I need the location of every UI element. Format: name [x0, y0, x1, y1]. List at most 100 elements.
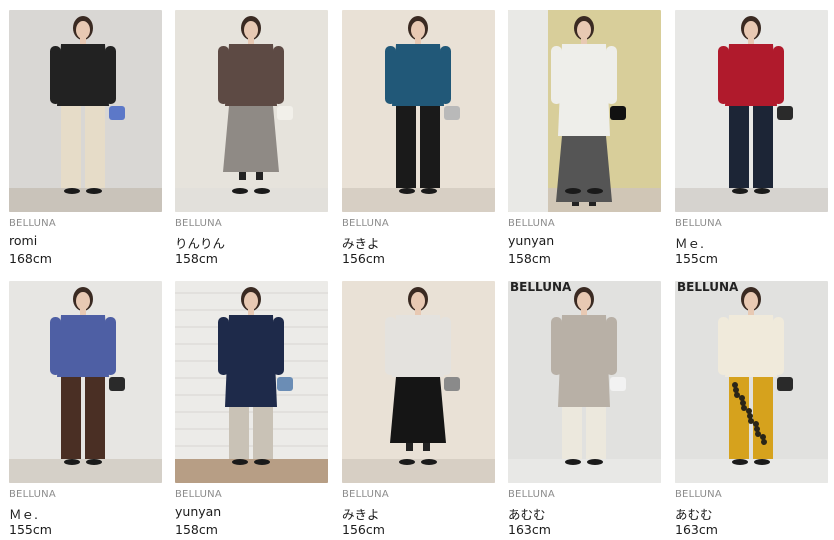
- outfit-photo[interactable]: BELLUNA: [508, 281, 661, 483]
- outfit-photo[interactable]: [175, 10, 328, 212]
- figure-leg: [729, 377, 749, 459]
- figure-top: [725, 44, 777, 106]
- figure-leg: [729, 106, 749, 188]
- floral-dot: [740, 400, 746, 406]
- coordinate-card[interactable]: BELLUNA BELLUNA あむむ 163cm: [508, 281, 661, 537]
- figure-bag: [277, 106, 293, 120]
- staff-height: 155cm: [9, 522, 52, 537]
- figure-shoe: [421, 459, 437, 465]
- coordinate-card[interactable]: BELLUNA りんりん 158cm: [175, 10, 328, 266]
- figure-leg: [61, 377, 81, 459]
- coordinate-card[interactable]: BELLUNA yunyan 158cm: [508, 10, 661, 266]
- brand-label: BELLUNA: [175, 218, 222, 229]
- figure-skirt: [223, 106, 279, 172]
- staff-name: Ｍｅ.: [9, 507, 38, 522]
- figure-arm: [273, 317, 284, 375]
- outfit-photo[interactable]: [175, 281, 328, 483]
- store-sign-text: BELLUNA: [510, 281, 572, 294]
- coordinate-card[interactable]: BELLUNA みきよ 156cm: [342, 281, 495, 537]
- floral-dot: [755, 431, 761, 437]
- outfit-photo-illustration: [9, 281, 162, 483]
- figure-top: [225, 44, 277, 106]
- figure-arm: [273, 46, 284, 104]
- figure-arm: [551, 46, 562, 104]
- staff-height: 155cm: [675, 251, 718, 266]
- staff-name: あむむ: [508, 507, 546, 522]
- figure-arm: [606, 317, 617, 375]
- figure-boot: [572, 202, 579, 206]
- outfit-photo[interactable]: [342, 10, 495, 212]
- photo-floor: [175, 459, 328, 483]
- staff-height: 156cm: [342, 522, 385, 537]
- staff-height: 163cm: [675, 522, 718, 537]
- figure-leg: [61, 106, 81, 188]
- outfit-photo-illustration: [175, 281, 328, 483]
- staff-name: Ｍｅ.: [675, 236, 704, 251]
- figure-leg: [85, 106, 105, 188]
- brand-label: BELLUNA: [508, 218, 555, 229]
- outfit-photo-illustration: [175, 10, 328, 212]
- figure-shoe: [399, 188, 415, 194]
- figure-shoe: [86, 459, 102, 465]
- floral-dot: [746, 408, 752, 414]
- outfit-photo-illustration: [675, 10, 828, 212]
- figure-top: [57, 44, 109, 106]
- figure-arm: [105, 46, 116, 104]
- outfit-photo[interactable]: BELLUNA: [675, 281, 828, 483]
- coordinate-card[interactable]: BELLUNA Ｍｅ. 155cm: [9, 281, 162, 537]
- figure-bag: [610, 106, 626, 120]
- outfit-photo[interactable]: [675, 10, 828, 212]
- coordinate-card[interactable]: BELLUNA みきよ 156cm: [342, 10, 495, 266]
- brand-label: BELLUNA: [675, 218, 722, 229]
- staff-height: 163cm: [508, 522, 551, 537]
- outfit-photo-illustration: [508, 10, 661, 212]
- figure-neck: [748, 309, 754, 315]
- outfit-photo[interactable]: [508, 10, 661, 212]
- figure-shoe: [565, 459, 581, 465]
- figure-top: [725, 315, 777, 377]
- figure-leg: [753, 106, 773, 188]
- figure-top: [392, 315, 444, 377]
- figure-face: [744, 292, 758, 310]
- coordinate-card[interactable]: BELLUNA yunyan 158cm: [175, 281, 328, 537]
- outfit-photo[interactable]: [9, 10, 162, 212]
- figure-shoe: [399, 459, 415, 465]
- figure-arm: [773, 317, 784, 375]
- figure-leg: [753, 377, 773, 459]
- figure-arm: [718, 317, 729, 375]
- figure-neck: [581, 309, 587, 315]
- figure-bag: [444, 377, 460, 391]
- figure-shoe: [754, 459, 770, 465]
- coordinate-card[interactable]: BELLUNA Ｍｅ. 155cm: [675, 10, 828, 266]
- figure-arm: [50, 46, 61, 104]
- outfit-photo[interactable]: [342, 281, 495, 483]
- figure-shoe: [732, 459, 748, 465]
- figure-arm: [50, 317, 61, 375]
- floral-dot: [747, 413, 753, 419]
- figure-leg: [562, 407, 582, 459]
- figure-shoe: [587, 459, 603, 465]
- floral-dot: [748, 418, 754, 424]
- figure-neck: [80, 309, 86, 315]
- figure-boot: [239, 172, 246, 180]
- outfit-photo[interactable]: [9, 281, 162, 483]
- outfit-photo-illustration: BELLUNA: [675, 281, 828, 483]
- figure-arm: [606, 46, 617, 104]
- door-panel: [508, 10, 548, 212]
- figure-bag: [277, 377, 293, 391]
- figure-arm: [773, 46, 784, 104]
- staff-name: みきよ: [342, 507, 380, 522]
- figure-arm: [551, 317, 562, 375]
- coordinate-gallery: BELLUNA romi 168cm BELLUNA りんりん 158cm BE…: [0, 0, 834, 540]
- coordinate-card[interactable]: BELLUNA BELLUNA あむむ 163cm: [675, 281, 828, 537]
- floral-dot: [753, 421, 759, 427]
- photo-floor: [342, 459, 495, 483]
- coordinate-card[interactable]: BELLUNA romi 168cm: [9, 10, 162, 266]
- floral-dot: [761, 439, 767, 445]
- photo-floor: [342, 188, 495, 212]
- figure-boot: [406, 443, 413, 451]
- figure-shoe: [232, 459, 248, 465]
- figure-shoe: [232, 188, 248, 194]
- figure-neck: [415, 309, 421, 315]
- figure-face: [577, 292, 591, 310]
